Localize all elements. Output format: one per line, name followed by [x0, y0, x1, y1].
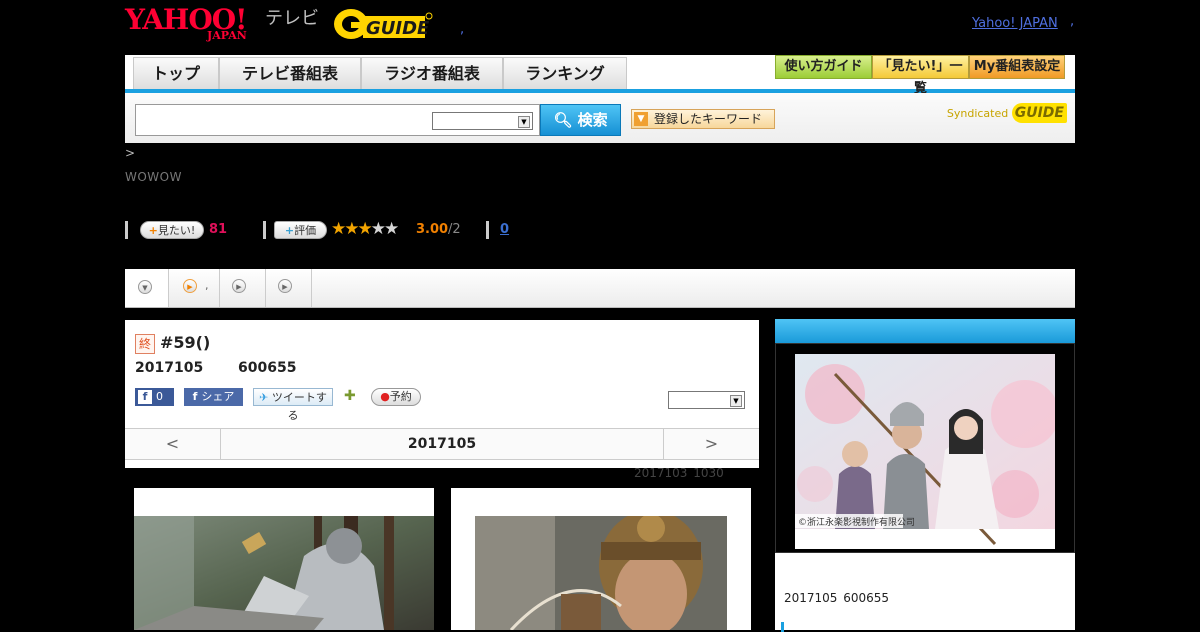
triangle-down-icon: ▼	[634, 112, 648, 126]
program-tab-bar: ▼ ▶ , ▶ ▶	[125, 269, 1075, 308]
facebook-share-button[interactable]: f シェア	[184, 388, 243, 406]
sidebar-broadcast-info: 2017105 600655	[784, 591, 890, 605]
previous-episode-button[interactable]: <	[125, 429, 221, 459]
facebook-like-button[interactable]: f0	[135, 388, 174, 406]
chevron-down-icon: ▼	[138, 280, 152, 294]
nav-tab-top[interactable]: トップ	[133, 57, 219, 89]
rating-stars: ★★★★★	[331, 219, 399, 239]
syndicated-g-text: GUIDE	[1011, 103, 1067, 123]
episode-code: 600655	[238, 360, 297, 376]
play-icon: ▶	[278, 279, 292, 293]
rate-label: 評価	[294, 224, 317, 237]
twitter-bird-icon: ✈	[259, 391, 269, 404]
saved-keywords-button[interactable]: ▼ 登録したキーワード	[631, 109, 775, 129]
nav-tab-ranking[interactable]: ランキング	[503, 57, 627, 89]
want-label: 見たい!	[157, 224, 196, 237]
divider	[486, 221, 489, 239]
my-listings-settings-button[interactable]: My番組表設定	[969, 55, 1065, 79]
scene-photo-1-image	[134, 516, 434, 630]
comments-count-link[interactable]: 0	[500, 222, 509, 238]
reserve-label: 予約	[389, 390, 412, 403]
svg-text:GUIDE: GUIDE	[366, 18, 430, 39]
syndicated-label: Syndicated	[946, 107, 1009, 120]
rate-button[interactable]: +評価	[274, 221, 327, 239]
breadcrumb[interactable]: >	[125, 146, 135, 160]
chevron-down-icon: ▼	[730, 395, 742, 407]
logo-japan-text: JAPAN	[207, 29, 247, 42]
want-list-button[interactable]: 「見たい!」一覧	[872, 55, 969, 96]
saved-keywords-label: 登録したキーワード	[654, 112, 763, 126]
plus-icon: +	[284, 224, 295, 237]
current-episode-date: 2017105	[407, 436, 477, 452]
play-icon: ▶	[232, 279, 246, 293]
next-episode-button[interactable]: >	[663, 429, 759, 459]
g-guide-logo[interactable]: GUIDE	[333, 8, 435, 40]
record-dot-icon: ●	[380, 390, 390, 403]
facebook-icon: f	[192, 390, 198, 403]
star-filled-icon: ★	[357, 219, 373, 239]
tweet-button[interactable]: ✈ ツイートする	[253, 388, 333, 422]
nav-tab-radio-listings[interactable]: ラジオ番組表	[361, 57, 503, 89]
nav-tabs: トップ テレビ番組表 ラジオ番組表 ランキング	[133, 57, 627, 89]
share-label: シェア	[201, 390, 235, 403]
tab-cast[interactable]: ▶	[220, 269, 266, 307]
header-separator-right: ,	[1070, 14, 1075, 29]
star-empty-icon: ★	[384, 219, 399, 239]
star-filled-icon: ★	[331, 219, 346, 239]
tab-overview[interactable]: ▼	[125, 269, 169, 307]
yahoo-japan-logo[interactable]: YAHOO! JAPAN	[125, 6, 261, 42]
search-icon: 🔍︎	[553, 111, 573, 129]
tweet-label: ツイートする	[271, 391, 327, 422]
rating-count: /2	[448, 222, 461, 237]
poster-credit: ©浙江永楽影視制作有限公司	[798, 516, 915, 528]
chevron-down-icon: ▼	[518, 116, 530, 128]
final-episode-badge: 終	[135, 334, 155, 354]
want-to-watch-button[interactable]: +見たい!	[140, 221, 204, 239]
plus-icon: +	[148, 224, 158, 237]
syndicated-g-guide-logo: Syndicated GUIDE	[947, 103, 1067, 123]
rating-score: 3.00	[416, 222, 449, 237]
logo-tv-text[interactable]: テレビ	[265, 8, 319, 30]
tab-reviews[interactable]: ▶	[266, 269, 312, 307]
reserve-recording-button[interactable]: ●予約	[371, 388, 421, 406]
channel-name: WOWOW	[125, 170, 182, 184]
sidebar-accent-bar	[781, 622, 784, 632]
program-poster-image: ©浙江永楽影視制作有限公司	[795, 354, 1059, 546]
want-count: 81	[209, 222, 228, 237]
facebook-like-count: 0	[156, 390, 163, 403]
facebook-icon: f	[138, 390, 152, 404]
g-guide-logo-icon: GUIDE	[334, 9, 433, 39]
guide-button[interactable]: 使い方ガイド	[775, 55, 872, 79]
star-filled-icon: ★	[344, 219, 359, 239]
last-updated: 2017103 1030	[634, 466, 724, 480]
main-nav: トップ テレビ番組表 ラジオ番組表 ランキング 使い方ガイド 「見たい!」一覧 …	[125, 55, 1075, 96]
tab-episodes-label: ,	[205, 279, 209, 292]
scene-photo-2-image	[451, 516, 751, 630]
divider	[263, 221, 266, 239]
episode-date: 2017105	[135, 360, 204, 376]
divider	[125, 221, 128, 239]
episode-panel: 終 #59() 2017105 600655 f0 f シェア ✈ ツイートする …	[125, 320, 759, 468]
episode-pager: < 2017105 >	[125, 428, 759, 460]
yahoo-japan-link[interactable]: Yahoo! JAPAN	[972, 16, 1058, 32]
nav-tab-tv-listings[interactable]: テレビ番組表	[219, 57, 361, 89]
header-separator: ,	[460, 22, 465, 37]
search-button[interactable]: 🔍︎ 検索	[540, 104, 621, 136]
episode-title: #59()	[160, 333, 211, 352]
search-category-select[interactable]: ▼	[432, 112, 533, 130]
calendar-add-icon[interactable]: ✚	[344, 388, 360, 404]
search-bar: ▼ 🔍︎ 検索 ▼ 登録したキーワード Syndicated GUIDE	[125, 93, 1075, 143]
sidebar-header	[775, 319, 1075, 343]
play-icon: ▶	[183, 279, 197, 293]
nav-buttons: 使い方ガイド 「見たい!」一覧 My番組表設定	[775, 55, 1065, 96]
scene-photo-1[interactable]	[134, 488, 434, 630]
program-poster[interactable]: ©浙江永楽影視制作有限公司	[795, 354, 1059, 549]
search-button-label: 検索	[577, 111, 608, 129]
scene-photo-2[interactable]	[451, 488, 751, 630]
star-empty-icon: ★	[370, 219, 386, 239]
tab-episodes[interactable]: ▶ ,	[169, 269, 220, 307]
recorder-select[interactable]: ▼	[668, 391, 745, 409]
